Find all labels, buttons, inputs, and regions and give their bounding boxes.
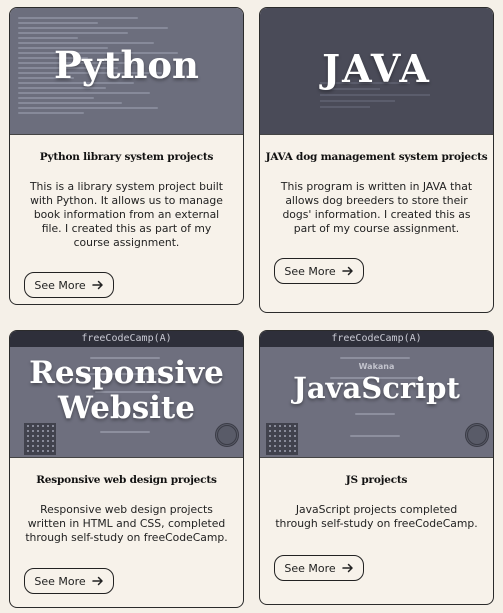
card-title: JS projects [345,474,408,486]
thumbnail-title-line1: Responsive [29,355,224,391]
qr-code-icon [24,423,56,455]
card-title: JAVA dog management system projects [265,151,488,163]
arrow-right-icon [91,576,104,586]
see-more-label: See More [284,264,336,278]
certificate-seal-icon [215,423,239,447]
responsive-thumbnail: freeCodeCamp(A) Responsive Website [10,331,243,458]
see-more-button[interactable]: See More [24,272,114,298]
project-card-java: JAVA JAVA dog management system projects… [259,7,494,313]
card-description: This program is written in JAVA that all… [280,180,473,235]
thumbnail-title: JAVA [322,46,431,91]
project-card-responsive-web: freeCodeCamp(A) Responsive Website Respo… [9,330,244,608]
freecodecamp-banner: freeCodeCamp(A) [10,331,243,347]
arrow-right-icon [341,563,354,573]
project-card-python: Python Python library system projects Th… [9,7,244,305]
qr-code-icon [266,423,298,455]
arrow-right-icon [341,266,354,276]
thumbnail-title-line2: Website [58,390,195,426]
javascript-thumbnail: freeCodeCamp(A) Wakana JavaScript [260,331,493,458]
card-title: Python library system projects [39,151,214,163]
python-thumbnail: Python [10,8,243,135]
see-more-button[interactable]: See More [274,555,364,581]
see-more-label: See More [34,574,86,588]
freecodecamp-banner: freeCodeCamp(A) [260,331,493,347]
thumbnail-title: Python [54,43,199,87]
card-title: Responsive web design projects [36,474,217,486]
see-more-button[interactable]: See More [274,258,364,284]
java-thumbnail: JAVA [260,8,493,135]
certificate-seal-icon [465,423,489,447]
project-card-javascript: freeCodeCamp(A) Wakana JavaScript JS pro… [259,330,494,605]
see-more-label: See More [284,561,336,575]
certificate-name: Wakana [358,362,395,371]
card-description: This is a library system project built w… [29,180,224,249]
card-description: Responsive web design projects written i… [25,503,228,544]
card-description: JavaScript projects completed through se… [275,503,478,530]
see-more-label: See More [34,278,86,292]
arrow-right-icon [91,280,104,290]
see-more-button[interactable]: See More [24,568,114,594]
thumbnail-title: JavaScript [293,371,460,405]
